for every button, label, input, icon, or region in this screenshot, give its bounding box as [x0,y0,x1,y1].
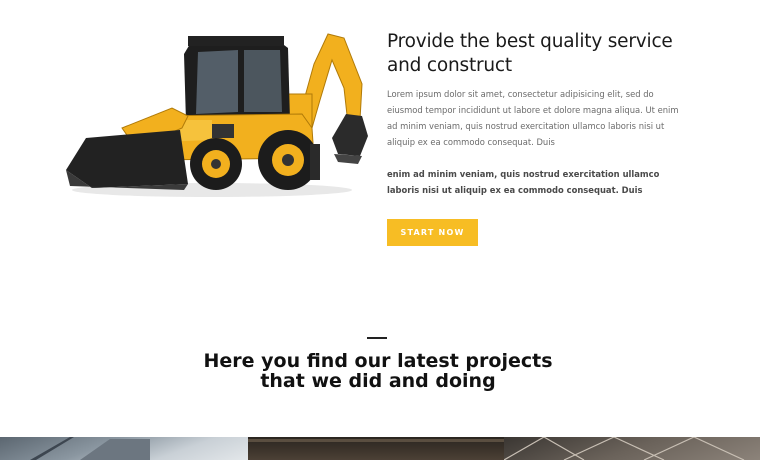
intro-title: Provide the best quality service and con… [387,30,687,78]
intro-title-line-2: and construct [387,55,512,76]
projects-heading-line-1: Here you find our latest projects [203,350,553,372]
project-image-interior[interactable] [248,437,504,460]
backhoe-loader-image [62,24,374,202]
section-divider [367,337,387,339]
intro-section: Provide the best quality service and con… [387,30,687,214]
project-image-structure[interactable] [503,437,760,460]
projects-heading-line-2: that we did and doing [260,370,496,392]
start-now-button[interactable]: START NOW [387,219,478,246]
projects-heading: Here you find our latest projects that w… [0,351,756,391]
project-gallery [0,437,760,460]
intro-paragraph: Lorem ipsum dolor sit amet, consectetur … [387,89,679,147]
project-image-building[interactable] [0,437,248,460]
intro-title-line-1: Provide the best quality service [387,31,673,52]
intro-bold-paragraph: enim ad minim veniam, quis nostrud exerc… [387,169,660,195]
